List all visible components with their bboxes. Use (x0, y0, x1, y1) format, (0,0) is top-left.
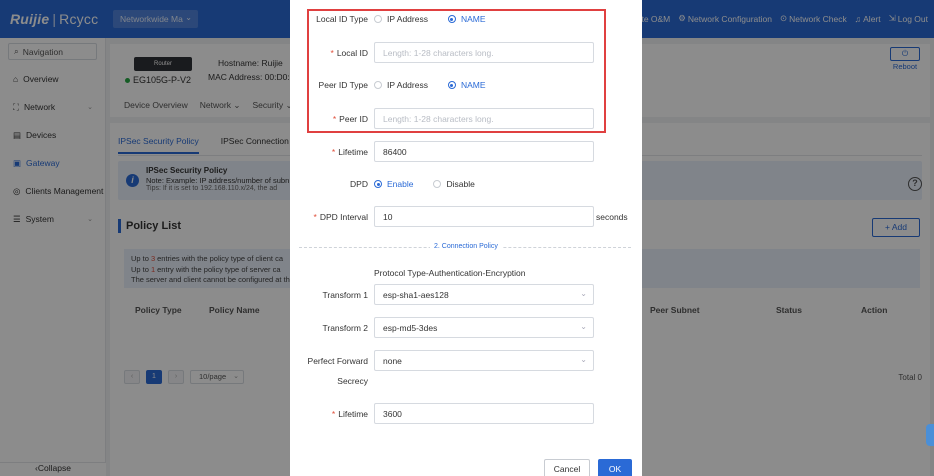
dpd-interval-label: * DPD Interval (313, 212, 369, 222)
protocol-label: Protocol Type-Authentication-Encryption (374, 268, 526, 278)
peer-id-type-label: Peer ID Type (318, 80, 368, 90)
pfs-select[interactable]: none ⌄ (374, 350, 594, 371)
dpd-interval-unit: seconds (596, 212, 628, 222)
local-id-type-name-radio[interactable]: NAME (447, 14, 486, 24)
local-id-type-label: Local ID Type (316, 14, 368, 24)
section-connection-policy-label: 2. Connection Policy (430, 243, 502, 250)
ipsec-policy-modal: Local ID Type IP Address NAME * Local ID … (290, 0, 642, 476)
dpd-interval-input[interactable]: 10 (374, 206, 594, 227)
chevron-down-icon: ⌄ (580, 355, 587, 364)
chevron-down-icon: ⌄ (580, 289, 587, 298)
cancel-button[interactable]: Cancel (544, 459, 590, 476)
dpd-label: DPD (350, 179, 368, 189)
lifetime-input[interactable]: 86400 (374, 141, 594, 162)
floating-help-widget[interactable] (926, 424, 934, 446)
lifetime2-input[interactable]: 3600 (374, 403, 594, 424)
transform1-select[interactable]: esp-sha1-aes128 ⌄ (374, 284, 594, 305)
dpd-enable-radio[interactable]: Enable (374, 179, 413, 189)
transform2-select[interactable]: esp-md5-3des ⌄ (374, 317, 594, 338)
chevron-down-icon: ⌄ (580, 322, 587, 331)
lifetime-label: * Lifetime (331, 147, 368, 157)
peer-id-label: * Peer ID (332, 114, 368, 124)
lifetime2-label: * Lifetime (331, 409, 368, 419)
pfs-label-line1: Perfect Forward (307, 356, 368, 366)
local-id-label: * Local ID (330, 48, 369, 58)
local-id-type-radios: IP Address NAME (374, 14, 486, 24)
transform2-label: Transform 2 (322, 323, 368, 333)
dpd-radios: Enable Disable (374, 179, 475, 189)
local-id-type-ip-radio[interactable]: IP Address (374, 14, 428, 24)
peer-id-type-name-radio[interactable]: NAME (447, 80, 486, 90)
pfs-label-line2: Secrecy (337, 376, 368, 386)
local-id-input[interactable]: Length: 1-28 characters long. (374, 42, 594, 63)
peer-id-type-ip-radio[interactable]: IP Address (374, 80, 428, 90)
peer-id-input[interactable]: Length: 1-28 characters long. (374, 108, 594, 129)
ok-button[interactable]: OK (598, 459, 632, 476)
transform1-label: Transform 1 (322, 290, 368, 300)
dpd-disable-radio[interactable]: Disable (433, 179, 475, 189)
peer-id-type-radios: IP Address NAME (374, 80, 486, 90)
